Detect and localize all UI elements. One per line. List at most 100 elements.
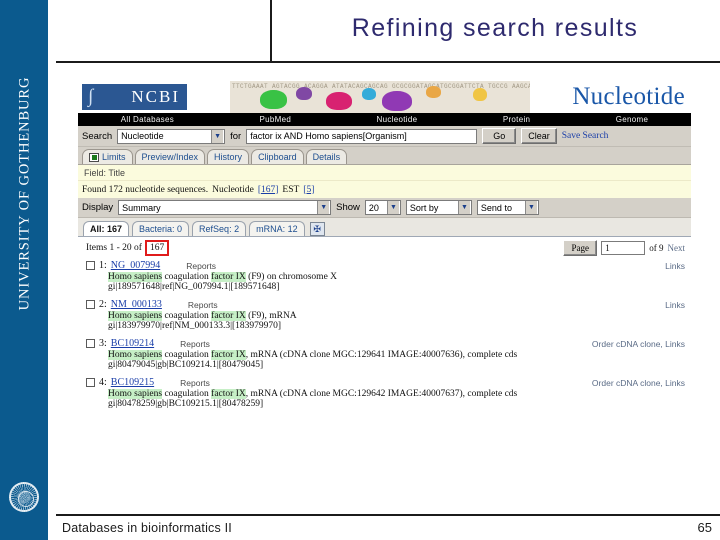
filter-tools-icon[interactable]: ✠ — [309, 222, 325, 236]
tab-history[interactable]: History — [207, 149, 250, 164]
search-label: Search — [82, 130, 113, 142]
show-count-select[interactable]: 20 ▼ — [364, 200, 401, 215]
desc-mid: coagulation — [162, 350, 212, 360]
save-search-link[interactable]: Save Search — [562, 131, 609, 141]
chevron-down-icon: ▼ — [386, 201, 399, 214]
results-list: 1: NG_007994 Reports Links Homo sapiens … — [78, 259, 691, 409]
send-to-value: Send to — [480, 202, 512, 213]
database-select-value: Nucleotide — [121, 131, 164, 141]
result-checkbox[interactable] — [86, 339, 95, 348]
result-item: 1: NG_007994 Reports Links Homo sapiens … — [86, 260, 685, 292]
result-gi-line: gi|189571648|ref|NG_007994.1|[189571648] — [108, 282, 280, 292]
university-name: UNIVERSITY OF GOTHENBURG — [16, 76, 33, 311]
page-total-label: of 9 — [649, 243, 664, 253]
database-navbar: All Databases PubMed Nucleotide Protein … — [78, 113, 691, 126]
nav-item-all-databases[interactable]: All Databases — [78, 115, 217, 124]
result-item: 3: BC109214 Reports Order cDNA clone, Li… — [86, 338, 685, 370]
result-accession-link[interactable]: NM_000133 — [111, 299, 162, 310]
masthead-sequence-text: TTCTGAAAT AGTACGG ACAGGA ATATACAGCAGCAG … — [232, 83, 530, 90]
chevron-down-icon: ▼ — [524, 201, 537, 214]
show-label: Show — [336, 202, 360, 213]
limits-flag-icon — [89, 152, 99, 162]
page-title: Refining search results — [351, 14, 639, 42]
title-divider — [56, 61, 720, 63]
result-gi-line: gi|183979970|ref|NM_000133.3|[183979970] — [108, 321, 282, 331]
page-button[interactable]: Page — [563, 240, 598, 256]
found-nucleotide-label: Nucleotide — [212, 184, 254, 195]
tab-limits[interactable]: Limits — [82, 149, 133, 164]
filter-tab-all[interactable]: All: 167 — [83, 221, 130, 236]
result-header: 2: NM_000133 Reports Links — [86, 299, 685, 310]
result-accession-link[interactable]: BC109214 — [111, 338, 154, 349]
desc-post: , mRNA (cDNA clone MGC:129642 IMAGE:4000… — [245, 389, 518, 399]
university-seal-logo — [9, 482, 39, 512]
tab-limits-label: Limits — [102, 152, 126, 162]
chevron-down-icon: ▼ — [317, 201, 330, 214]
items-range-text: Items 1 - 20 of — [86, 243, 142, 253]
filter-tab-refseq[interactable]: RefSeq: 2 — [192, 221, 247, 236]
found-count-text: Found 172 nucleotide sequences. — [82, 184, 209, 195]
highlight-term-organism: Homo sapiens — [108, 272, 163, 282]
result-reports-link[interactable]: Reports — [188, 300, 218, 310]
items-pager-bar: Items 1 - 20 of 167 Page 1 of 9 Next — [78, 237, 691, 259]
highlight-term-factor: factor IX — [211, 389, 246, 399]
ncbi-logo-text: NCBI — [131, 87, 180, 106]
result-accession-link[interactable]: NG_007994 — [111, 260, 160, 271]
found-summary-bar: Found 172 nucleotide sequences. Nucleoti… — [78, 181, 691, 198]
tab-clipboard[interactable]: Clipboard — [251, 149, 304, 164]
nav-item-genome[interactable]: Genome — [573, 115, 691, 124]
result-accession-link[interactable]: BC109215 — [111, 377, 154, 388]
found-est-count-link[interactable]: [5] — [303, 185, 314, 195]
desc-mid: coagulation — [162, 272, 212, 282]
result-reports-link[interactable]: Reports — [180, 339, 210, 349]
result-reports-link[interactable]: Reports — [186, 261, 216, 271]
pager: Page 1 of 9 Next — [563, 240, 685, 256]
result-checkbox[interactable] — [86, 300, 95, 309]
next-page-link[interactable]: Next — [668, 243, 686, 253]
result-links[interactable]: Links — [665, 261, 685, 271]
desc-mid: coagulation — [162, 389, 212, 399]
found-nucleotide-count-link[interactable]: [167] — [258, 185, 279, 195]
clear-button[interactable]: Clear — [521, 128, 557, 144]
ncbi-screenshot: ∫ NCBI TTCTGAAAT AGTACGG ACAGGA ATATACAG… — [78, 80, 691, 472]
tab-details[interactable]: Details — [305, 149, 348, 164]
footer-course-title: Databases in bioinformatics II — [62, 521, 232, 535]
go-button[interactable]: Go — [482, 128, 517, 144]
show-count-value: 20 — [368, 202, 379, 213]
page-number-input[interactable]: 1 — [601, 241, 646, 255]
sort-by-select[interactable]: Sort by ▼ — [405, 200, 472, 215]
result-checkbox[interactable] — [86, 378, 95, 387]
filter-tab-mrna[interactable]: mRNA: 12 — [249, 221, 305, 236]
result-reports-link[interactable]: Reports — [180, 378, 210, 388]
items-range: Items 1 - 20 of 167 — [86, 240, 170, 256]
result-description: Homo sapiens coagulation factor IX (F9) … — [108, 272, 685, 282]
tab-preview-index[interactable]: Preview/Index — [134, 149, 206, 164]
limits-bar: Field: Title — [78, 165, 691, 181]
result-header: 4: BC109215 Reports Order cDNA clone, Li… — [86, 377, 685, 388]
database-select[interactable]: Nucleotide ▼ — [117, 128, 226, 144]
result-gi-line: gi|80479045|gb|BC109214.1|[80479045] — [108, 360, 264, 370]
result-links[interactable]: Order cDNA clone, Links — [592, 339, 685, 349]
search-bar: Search Nucleotide ▼ for factor ix AND Ho… — [78, 126, 691, 147]
highlight-term-organism: Homo sapiens — [108, 389, 163, 399]
result-links[interactable]: Links — [665, 300, 685, 310]
highlight-term-organism: Homo sapiens — [108, 311, 163, 321]
highlight-term-factor: factor IX — [211, 272, 246, 282]
result-links[interactable]: Order cDNA clone, Links — [592, 378, 685, 388]
nav-item-nucleotide[interactable]: Nucleotide — [334, 115, 460, 124]
search-tools-tabs: Limits Preview/Index History Clipboard D… — [78, 147, 691, 165]
nav-item-pubmed[interactable]: PubMed — [217, 115, 334, 124]
masthead-artwork: TTCTGAAAT AGTACGG ACAGGA ATATACAGCAGCAG … — [230, 81, 530, 113]
brand-sidebar: UNIVERSITY OF GOTHENBURG — [0, 0, 48, 540]
search-input[interactable]: factor ix AND Homo sapiens[Organism] — [246, 128, 478, 144]
result-checkbox[interactable] — [86, 261, 95, 270]
filter-tab-bacteria[interactable]: Bacteria: 0 — [132, 221, 190, 236]
for-label: for — [230, 130, 242, 142]
title-vertical-divider — [270, 0, 272, 62]
nav-item-protein[interactable]: Protein — [460, 115, 573, 124]
display-format-select[interactable]: Summary ▼ — [118, 200, 332, 215]
ncbi-masthead: ∫ NCBI TTCTGAAAT AGTACGG ACAGGA ATATACAG… — [78, 80, 691, 113]
database-title: Nucleotide — [572, 83, 685, 110]
ncbi-logo[interactable]: ∫ NCBI — [82, 84, 187, 110]
send-to-select[interactable]: Send to ▼ — [476, 200, 539, 215]
